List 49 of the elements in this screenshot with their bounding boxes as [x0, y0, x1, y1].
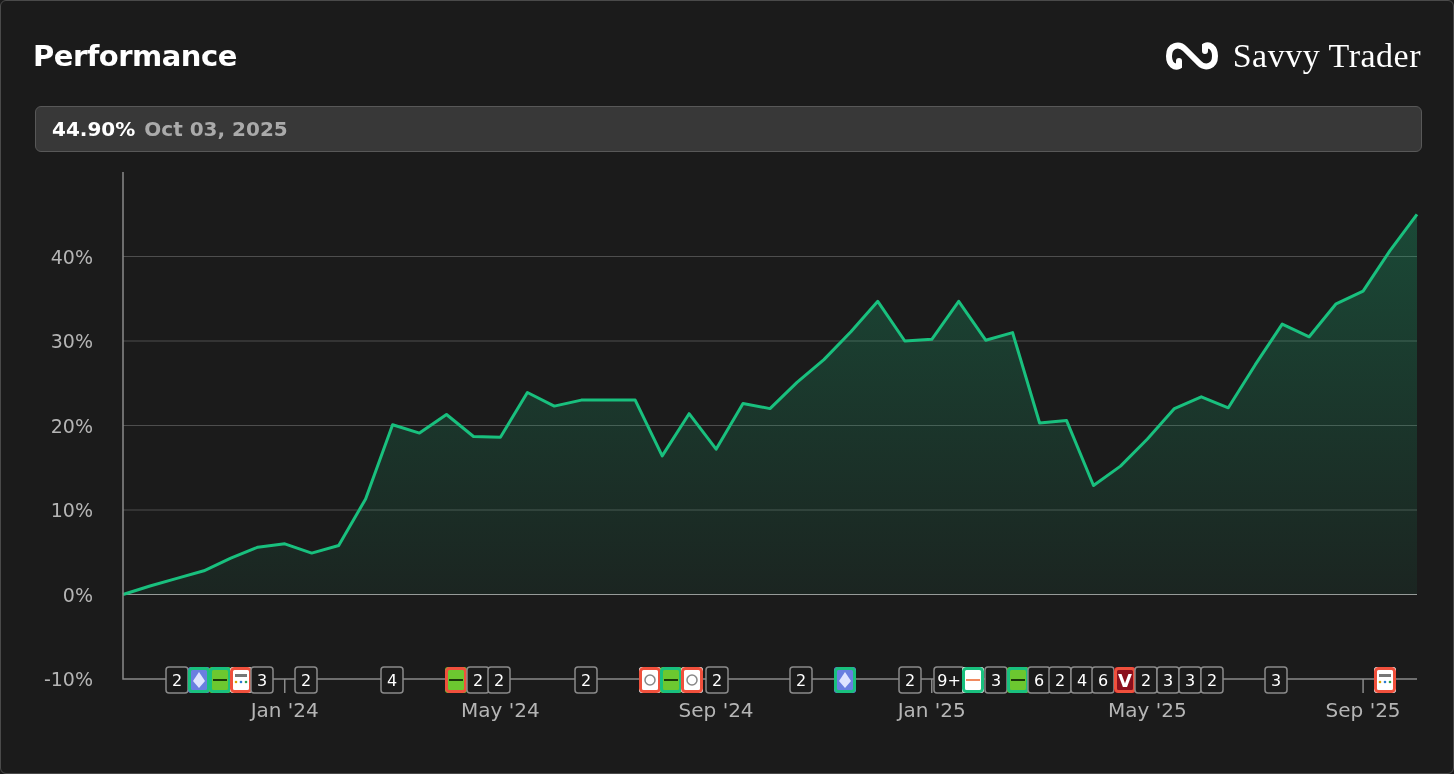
x-axis-label: May '24 [461, 698, 540, 722]
bar-logo-icon[interactable] [209, 667, 231, 693]
circle-logo-icon[interactable] [639, 667, 661, 693]
event-count-marker[interactable]: 3 [1156, 666, 1180, 694]
y-axis-label: 20% [50, 414, 93, 437]
event-count-marker[interactable]: 2 [574, 666, 598, 694]
event-count-marker[interactable]: 9+ [933, 666, 965, 694]
x-axis-label: Sep '24 [678, 698, 754, 722]
performance-value: 44.90% [52, 117, 136, 141]
y-axis-label: 40% [50, 245, 93, 268]
event-count-marker[interactable]: 4 [1070, 666, 1094, 694]
event-count-marker[interactable]: 2 [1134, 666, 1158, 694]
event-count-marker[interactable]: 2 [294, 666, 318, 694]
x-axis-label: Jan '24 [250, 698, 319, 722]
event-count-marker[interactable]: 2 [1200, 666, 1224, 694]
dots-logo-icon[interactable] [1374, 667, 1396, 693]
bar-logo-icon[interactable] [1007, 667, 1029, 693]
event-count-marker[interactable]: 2 [487, 666, 511, 694]
diamond-logo-icon[interactable] [188, 667, 210, 693]
event-count-marker[interactable]: 2 [705, 666, 729, 694]
letter-logo[interactable]: V [1114, 667, 1136, 693]
event-count-marker[interactable]: 3 [1264, 666, 1288, 694]
bar-logo-icon[interactable] [445, 667, 467, 693]
event-count-marker[interactable]: 3 [1178, 666, 1202, 694]
x-axis-label: Jan '25 [897, 698, 966, 722]
event-count-marker[interactable]: 2 [898, 666, 922, 694]
event-count-marker[interactable]: 2 [1048, 666, 1072, 694]
event-count-marker[interactable]: 4 [380, 666, 404, 694]
y-axis-label: 30% [50, 330, 93, 352]
event-count-marker[interactable]: 2 [165, 666, 189, 694]
diamond-logo-icon[interactable] [834, 667, 856, 693]
brand-name: Savvy Trader [1232, 37, 1421, 75]
event-count-marker[interactable]: 6 [1091, 666, 1115, 694]
event-count-marker[interactable]: 2 [789, 666, 813, 694]
y-axis-label: 10% [50, 499, 93, 521]
y-axis-label: 0% [62, 583, 93, 606]
event-count-marker[interactable]: 3 [250, 666, 274, 694]
x-axis-label: Sep '25 [1325, 698, 1401, 722]
x-axis-label: May '25 [1108, 698, 1187, 722]
event-count-marker[interactable]: 6 [1027, 666, 1051, 694]
y-axis-label: -10% [43, 668, 93, 690]
dots-logo-icon[interactable] [230, 667, 252, 693]
circle-logo-icon[interactable] [681, 667, 703, 693]
chart-title: Performance [33, 39, 237, 73]
bar-logo-icon[interactable] [660, 667, 682, 693]
date-label: Oct 03, 2025 [144, 117, 288, 141]
event-count-marker[interactable]: 3 [984, 666, 1008, 694]
line-logo-icon[interactable] [962, 667, 984, 693]
event-count-marker[interactable]: 2 [466, 666, 490, 694]
